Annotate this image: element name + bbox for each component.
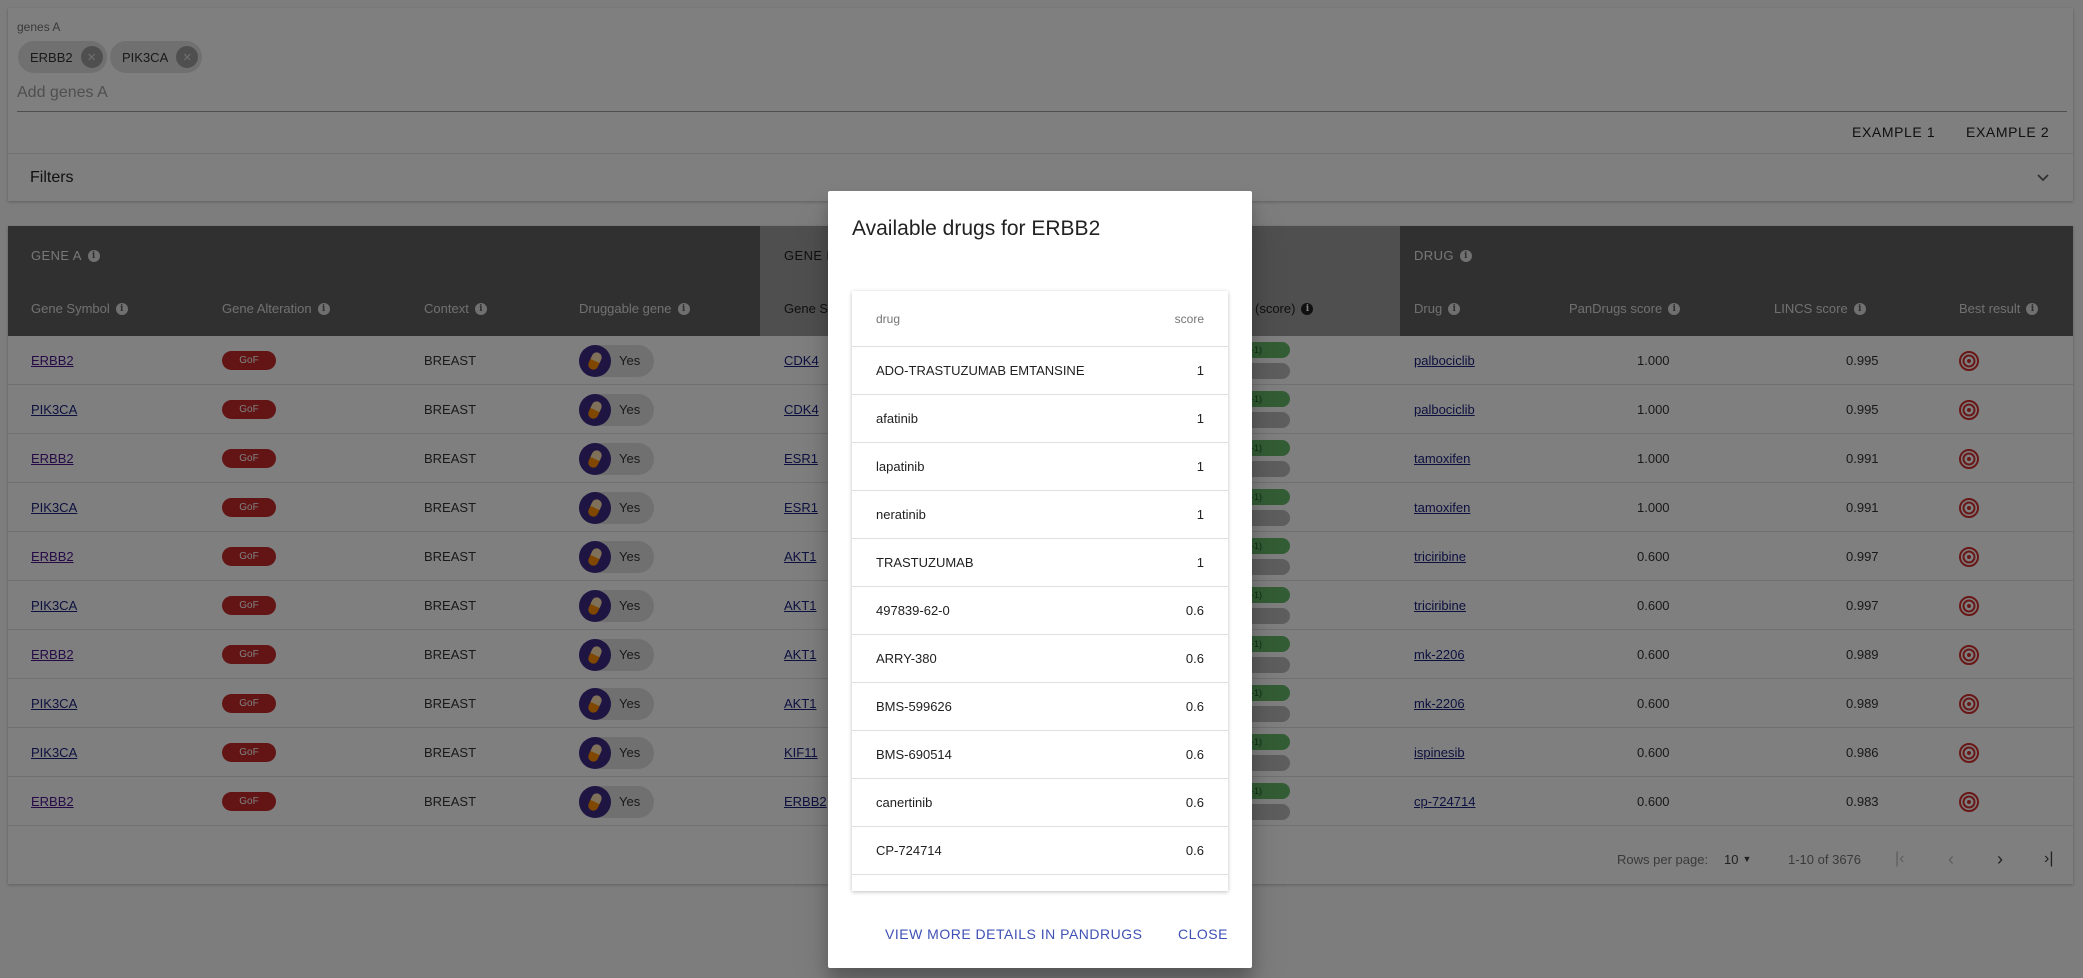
drugs-header-drug[interactable]: drug <box>876 312 900 326</box>
drug-score: 1 <box>1196 411 1204 426</box>
drug-row: 497839-62-0 0.6 <box>852 587 1228 635</box>
close-button[interactable]: CLOSE <box>1178 926 1228 942</box>
drug-score: 0.6 <box>1185 747 1204 762</box>
drugs-table: drug score ADO-TRASTUZUMAB EMTANSINE 1 afa… <box>852 291 1228 891</box>
drug-row: CP-724714 0.6 <box>852 827 1228 875</box>
drug-row: neratinib 1 <box>852 491 1228 539</box>
drug-score: 0.6 <box>1185 699 1204 714</box>
drug-score: 0.6 <box>1185 843 1204 858</box>
drug-name: BMS-599626 <box>876 699 952 714</box>
drug-score: 1 <box>1196 363 1204 378</box>
dialog-title: Available drugs for ERBB2 <box>852 217 1101 240</box>
drug-row: ADO-TRASTUZUMAB EMTANSINE 1 <box>852 347 1228 395</box>
drug-score: 1 <box>1196 459 1204 474</box>
drugs-table-header: drug score <box>852 291 1228 347</box>
drug-name: afatinib <box>876 411 918 426</box>
drug-name: CP-724714 <box>876 843 942 858</box>
drug-row: TRASTUZUMAB 1 <box>852 539 1228 587</box>
drug-score: 0.6 <box>1185 651 1204 666</box>
drug-row: BMS-599626 0.6 <box>852 683 1228 731</box>
drug-name: ADO-TRASTUZUMAB EMTANSINE <box>876 363 1085 378</box>
drug-score: 1 <box>1196 555 1204 570</box>
drug-row: ARRY-380 0.6 <box>852 635 1228 683</box>
drug-name: lapatinib <box>876 459 925 474</box>
drug-name: BMS-690514 <box>876 747 952 762</box>
drug-name: ARRY-380 <box>876 651 937 666</box>
drug-name: 497839-62-0 <box>876 603 950 618</box>
drugs-header-score[interactable]: score <box>1175 312 1204 326</box>
available-drugs-dialog: Available drugs for ERBB2 drug score ADO… <box>828 191 1252 968</box>
drug-row: afatinib 1 <box>852 395 1228 443</box>
drug-row: BMS-690514 0.6 <box>852 731 1228 779</box>
drug-name: TRASTUZUMAB <box>876 555 974 570</box>
drug-row: lapatinib 1 <box>852 443 1228 491</box>
drug-score: 0.6 <box>1185 603 1204 618</box>
drug-row: canertinib 0.6 <box>852 779 1228 827</box>
drug-score: 0.6 <box>1185 795 1204 810</box>
drug-name: canertinib <box>876 795 933 810</box>
drug-name: neratinib <box>876 507 926 522</box>
drug-score: 1 <box>1196 507 1204 522</box>
view-more-details-button[interactable]: VIEW MORE DETAILS IN PANDRUGS <box>885 926 1142 942</box>
